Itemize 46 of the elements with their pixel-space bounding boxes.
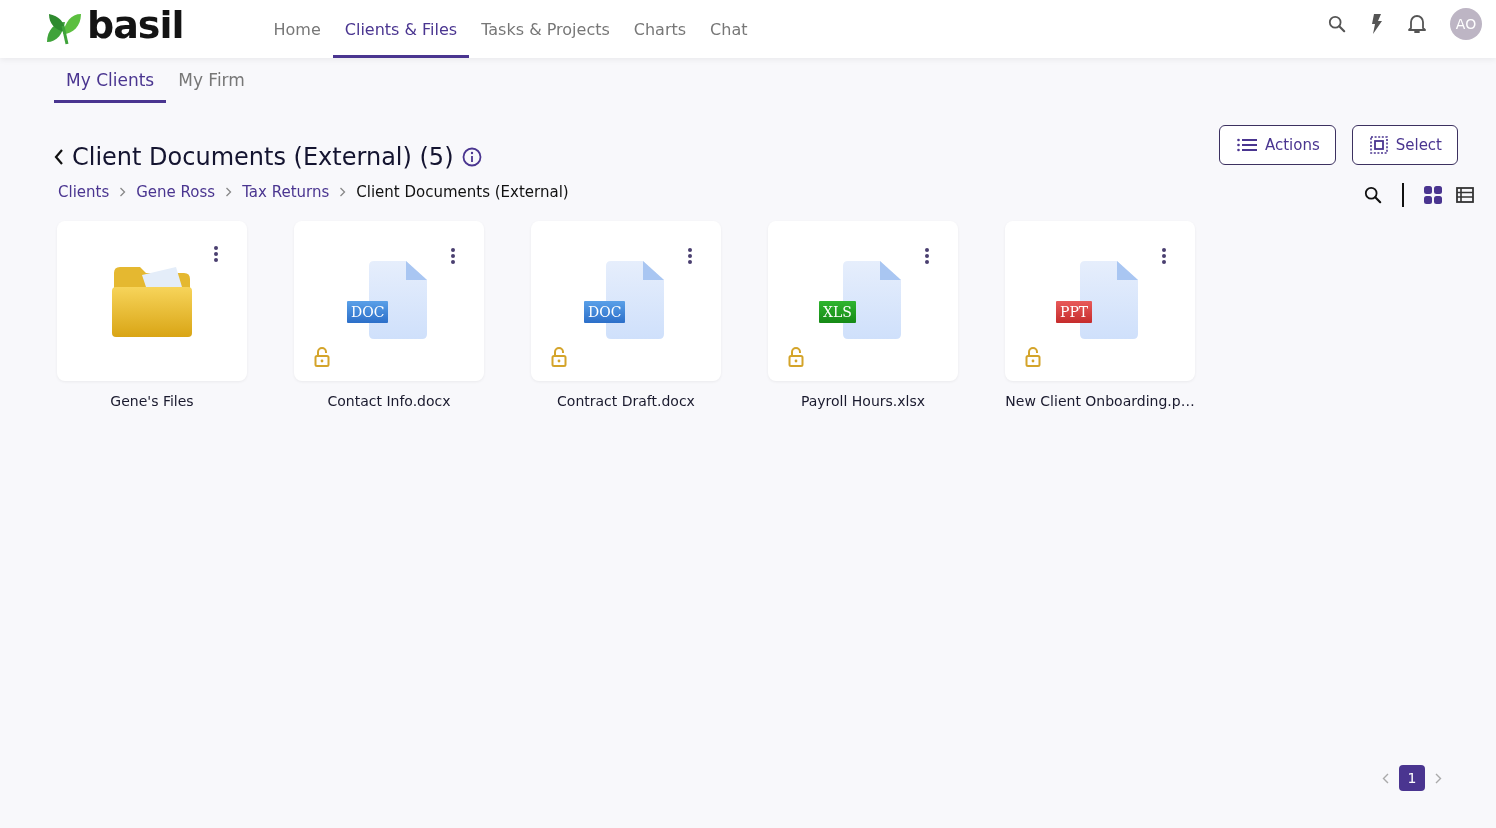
breadcrumb-link[interactable]: Clients — [58, 183, 110, 201]
nav-tab[interactable]: Clients & Files — [332, 0, 470, 58]
file-name: Contact Info.docx — [327, 393, 451, 409]
nav-tab[interactable]: Charts — [621, 0, 699, 58]
search-icon[interactable] — [1364, 186, 1382, 204]
nav-tab[interactable]: Tasks & Projects — [469, 0, 622, 58]
file-card[interactable]: DOC — [531, 221, 721, 381]
breadcrumb-link[interactable]: Tax Returns — [242, 183, 330, 201]
search-icon[interactable] — [1328, 15, 1346, 33]
breadcrumb-link[interactable]: Gene Ross — [136, 183, 216, 201]
file-name: Gene's Files — [110, 393, 194, 409]
nav-tab[interactable]: Chat — [698, 0, 760, 58]
more-options-icon[interactable] — [687, 247, 693, 265]
back-icon[interactable] — [54, 148, 64, 166]
list-icon — [1236, 138, 1257, 152]
file-name: Payroll Hours.xlsx — [800, 393, 926, 409]
actions-button[interactable]: Actions — [1218, 125, 1336, 165]
nav-tab[interactable]: Home — [261, 0, 333, 58]
logo-text: basil — [87, 6, 184, 44]
info-icon[interactable] — [461, 147, 482, 167]
file-name: Contract Draft.docx — [557, 393, 695, 409]
more-options-icon[interactable] — [213, 245, 219, 263]
sub-tab[interactable]: My Firm — [166, 62, 257, 103]
file-card[interactable]: PPT — [1005, 221, 1195, 381]
select-button[interactable]: Select — [1351, 125, 1458, 165]
file-type-label: DOC — [584, 301, 626, 323]
selection-icon — [1369, 136, 1388, 154]
page-title: Client Documents (External) (5) — [72, 143, 454, 171]
leaf-logo-icon — [45, 12, 83, 46]
sub-tab[interactable]: My Clients — [54, 62, 167, 103]
more-options-icon[interactable] — [924, 247, 930, 265]
notification-bell-icon[interactable] — [1408, 14, 1426, 34]
more-options-icon[interactable] — [1161, 247, 1167, 265]
file-card[interactable]: DOC — [294, 221, 484, 381]
file-type-label: PPT — [1056, 301, 1093, 323]
grid-view-icon[interactable] — [1424, 186, 1442, 204]
file-type-label: XLS — [819, 301, 856, 323]
page-number[interactable]: 1 — [1399, 765, 1425, 791]
more-options-icon[interactable] — [450, 247, 456, 265]
list-view-icon[interactable] — [1456, 187, 1474, 203]
breadcrumb-current: Client Documents (External) — [356, 183, 569, 201]
lightning-icon[interactable] — [1370, 14, 1384, 34]
file-name: New Client Onboarding.p… — [1005, 393, 1195, 409]
file-type-label: DOC — [347, 301, 389, 323]
folder-icon — [112, 265, 192, 337]
file-card[interactable]: XLS — [768, 221, 958, 381]
